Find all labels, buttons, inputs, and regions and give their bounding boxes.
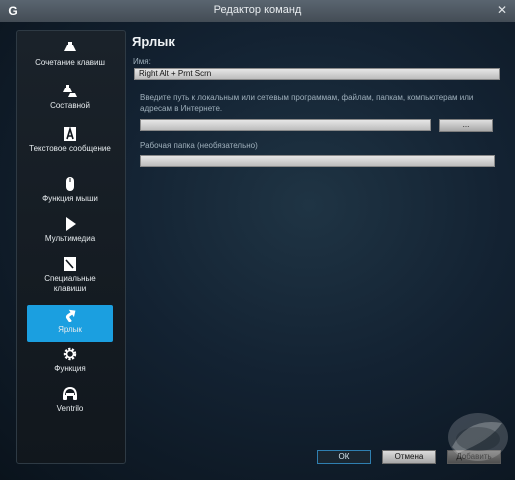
sidebar-item-label: Специальные клавиши (44, 274, 96, 293)
play-icon (66, 217, 76, 231)
multikey-icon (63, 85, 77, 97)
workdir-label: Рабочая папка (необязательно) (140, 141, 258, 150)
section-title: Ярлык (132, 34, 175, 49)
sidebar-item-label: Функция мыши (42, 194, 98, 203)
path-input[interactable] (140, 119, 431, 131)
sidebar-item-multikey[interactable]: Составной (27, 84, 113, 120)
cancel-button[interactable]: Отмена (382, 450, 436, 464)
mouse-icon (66, 177, 74, 191)
name-input[interactable]: Right Alt + Prnt Scrn (134, 68, 500, 80)
close-button[interactable]: ✕ (494, 3, 510, 18)
workdir-input[interactable] (140, 155, 495, 167)
sidebar-item-label: Функция (54, 364, 86, 373)
sidebar-item-label: Текстовое сообщение (29, 144, 111, 153)
command-type-sidebar: Сочетание клавиш Составной Текстовое соо… (16, 30, 126, 464)
window-title: Редактор команд (213, 4, 302, 16)
sidebar-item-text-block[interactable]: Текстовое сообщение (27, 127, 113, 163)
gear-icon (63, 347, 77, 361)
sidebar-item-label: Ventrilo (56, 404, 84, 413)
text-block-icon (64, 127, 76, 141)
ok-button[interactable]: ОК (317, 450, 371, 464)
sidebar-item-label: Составной (50, 101, 90, 110)
sidebar-item-ventrilo[interactable]: Ventrilo (27, 387, 113, 423)
sidebar-item-hotkeys[interactable]: Специальные клавиши (27, 257, 113, 293)
name-label: Имя: (133, 57, 151, 66)
keystroke-icon (64, 42, 76, 51)
sidebar-item-keystroke[interactable]: Сочетание клавиш (27, 41, 113, 77)
path-description: Введите путь к локальным или сетевым про… (140, 93, 474, 113)
watermark-logo-icon (448, 413, 508, 461)
command-editor-window: Сочетание клавиш Составной Текстовое соо… (0, 22, 515, 480)
sidebar-item-label: Ярлык (58, 325, 82, 334)
sidebar-item-label: Мультимедиа (44, 234, 96, 243)
headset-icon (63, 387, 77, 400)
sidebar-item-label: Сочетание клавиш (35, 58, 105, 67)
sidebar-item-shortcut[interactable]: Ярлык (27, 305, 113, 342)
title-bar: G Редактор команд ✕ (0, 0, 515, 23)
sidebar-item-multimedia[interactable]: Мультимедиа (27, 217, 113, 253)
sidebar-item-function[interactable]: Функция (27, 347, 113, 383)
sidebar-item-mouse-function[interactable]: Функция мыши (27, 177, 113, 213)
shortcut-arrow-icon (65, 309, 76, 322)
browse-button[interactable]: ... (439, 119, 493, 132)
hotkey-icon (64, 257, 76, 271)
